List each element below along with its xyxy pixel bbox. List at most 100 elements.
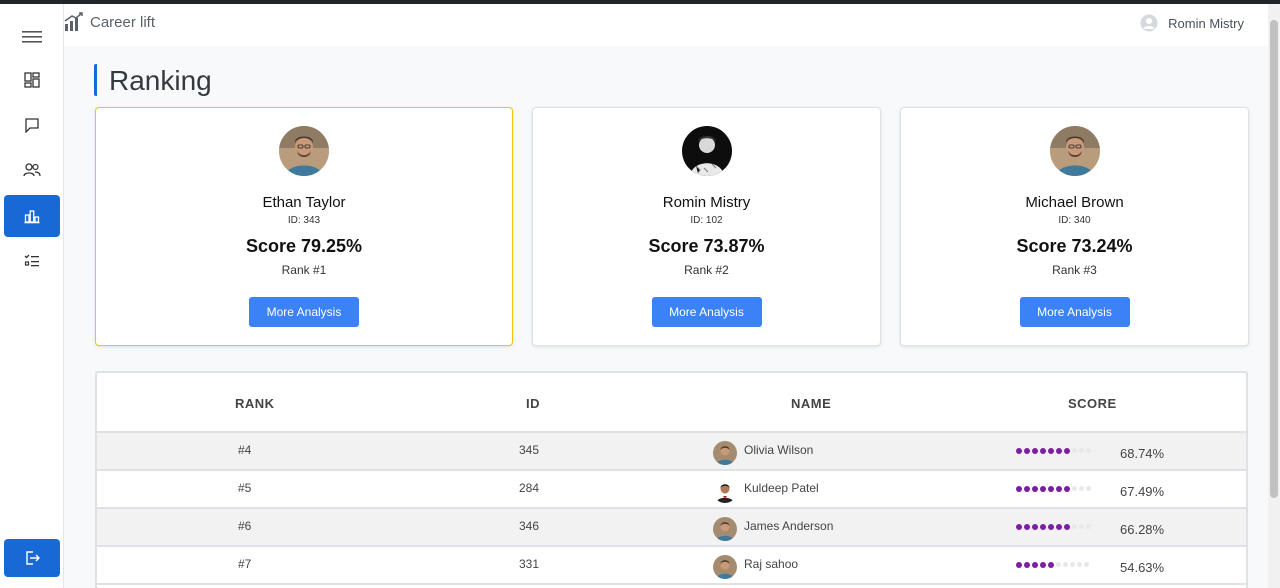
score-dot-empty	[1079, 524, 1084, 529]
row-score: 67.49%	[1120, 484, 1165, 499]
brand[interactable]: Career lift	[64, 12, 155, 32]
card-rank: Rank #2	[684, 263, 729, 277]
score-dot-filled	[1032, 561, 1038, 568]
score-dot-filled	[1064, 447, 1070, 454]
score-dot-empty	[1077, 562, 1082, 567]
score-dot-filled	[1032, 523, 1038, 530]
score-dot-filled	[1048, 447, 1054, 454]
user-name: Romin Mistry	[1168, 15, 1244, 31]
growth-chart-logo-icon	[64, 12, 83, 31]
users-icon	[23, 163, 41, 177]
sidebar	[0, 4, 64, 588]
hamburger-menu-icon[interactable]	[4, 16, 60, 58]
ranking-table: RANK ID NAME SCORE #4 345 Olivia Wilson …	[95, 371, 1248, 588]
avatar	[279, 126, 329, 176]
chat-icon	[25, 118, 39, 133]
user-avatar-icon	[1140, 14, 1158, 32]
score-dot-empty	[1072, 486, 1077, 491]
more-analysis-button[interactable]: More Analysis	[651, 297, 762, 327]
sidebar-item-chat[interactable]	[4, 104, 60, 146]
table-row[interactable]: #4 345 Olivia Wilson 68.74%	[97, 433, 1246, 471]
row-name: Raj sahoo	[744, 557, 799, 571]
score-dot-filled	[1024, 523, 1030, 530]
column-header-score[interactable]: SCORE	[1068, 396, 1117, 411]
ranking-chart-icon	[24, 210, 40, 224]
score-dot-filled	[1040, 523, 1046, 530]
score-dot-filled	[1048, 561, 1054, 568]
user-menu[interactable]: Romin Mistry	[1140, 14, 1244, 32]
score-dot-filled	[1040, 485, 1046, 492]
sidebar-item-users[interactable]	[4, 149, 60, 191]
table-header: RANK ID NAME SCORE	[97, 373, 1246, 433]
score-dot-empty	[1086, 486, 1091, 491]
row-id: 345	[519, 443, 540, 457]
score-dot-empty	[1079, 448, 1084, 453]
table-row[interactable]: #5 284 Kuldeep Patel 67.49%	[97, 471, 1246, 509]
card-name: Michael Brown	[1025, 194, 1124, 211]
scrollbar[interactable]	[1268, 4, 1280, 588]
column-header-rank[interactable]: RANK	[235, 396, 275, 411]
score-dot-empty	[1086, 524, 1091, 529]
score-dots	[1016, 447, 1091, 454]
row-rank: #6	[238, 519, 252, 533]
score-dot-empty	[1063, 562, 1068, 567]
score-dot-filled	[1024, 485, 1030, 492]
score-dot-filled	[1040, 447, 1046, 454]
card-score: Score 79.25%	[245, 236, 363, 256]
more-analysis-button[interactable]: More Analysis	[249, 297, 359, 327]
scrollbar-thumb[interactable]	[1270, 20, 1278, 498]
score-dot-filled	[1016, 485, 1022, 492]
avatar	[713, 441, 737, 465]
column-header-name[interactable]: NAME	[791, 396, 831, 411]
score-dot-filled	[1064, 523, 1070, 530]
score-dot-filled	[1040, 561, 1046, 568]
row-id: 331	[519, 557, 540, 571]
score-dots	[1016, 523, 1091, 530]
score-dot-empty	[1056, 562, 1061, 567]
sidebar-item-tasks[interactable]	[4, 240, 60, 282]
column-header-id[interactable]: ID	[526, 396, 540, 411]
row-score: 68.74%	[1120, 446, 1165, 461]
score-dot-empty	[1084, 562, 1089, 567]
row-name: Kuldeep Patel	[744, 481, 819, 495]
row-rank: #7	[238, 557, 252, 571]
score-dot-filled	[1064, 485, 1070, 492]
score-dot-filled	[1032, 447, 1038, 454]
logout-button[interactable]	[4, 539, 60, 577]
score-dot-empty	[1079, 486, 1084, 491]
row-id: 284	[519, 481, 540, 495]
avatar	[713, 517, 737, 541]
score-dot-empty	[1072, 448, 1077, 453]
avatar	[713, 555, 737, 579]
card-rank: Rank #3	[1052, 263, 1097, 277]
score-dot-filled	[1024, 561, 1030, 568]
card-id: ID: 102	[690, 215, 723, 226]
score-dot-filled	[1024, 447, 1030, 454]
page-title: Ranking	[109, 65, 212, 96]
task-list-icon	[24, 254, 39, 267]
rank-card-3: Michael Brown ID: 340 Score 73.24% Rank …	[900, 107, 1249, 346]
row-name: Olivia Wilson	[744, 443, 814, 457]
card-name: Ethan Taylor	[262, 194, 346, 211]
score-dot-filled	[1048, 485, 1054, 492]
score-dot-filled	[1016, 561, 1022, 568]
more-analysis-button[interactable]: More Analysis	[1019, 297, 1130, 327]
score-dot-filled	[1032, 485, 1038, 492]
table-row[interactable]: #7 331 Raj sahoo 54.63%	[97, 547, 1246, 585]
row-score: 54.63%	[1120, 560, 1165, 575]
row-name: James Anderson	[744, 519, 834, 533]
score-dot-filled	[1016, 447, 1022, 454]
sidebar-item-dashboard[interactable]	[4, 59, 60, 101]
dashboard-icon	[24, 72, 40, 88]
logout-icon	[26, 551, 40, 565]
avatar	[713, 479, 737, 503]
card-score: Score 73.24%	[1016, 236, 1133, 256]
score-dot-filled	[1056, 485, 1062, 492]
table-row[interactable]: #6 346 James Anderson 66.28%	[97, 509, 1246, 547]
avatar	[681, 126, 732, 176]
card-id: ID: 343	[287, 215, 321, 226]
card-name: Romin Mistry	[662, 194, 751, 211]
row-score: 66.28%	[1120, 522, 1165, 537]
sidebar-item-ranking[interactable]	[4, 195, 60, 237]
card-id: ID: 340	[1058, 215, 1091, 226]
